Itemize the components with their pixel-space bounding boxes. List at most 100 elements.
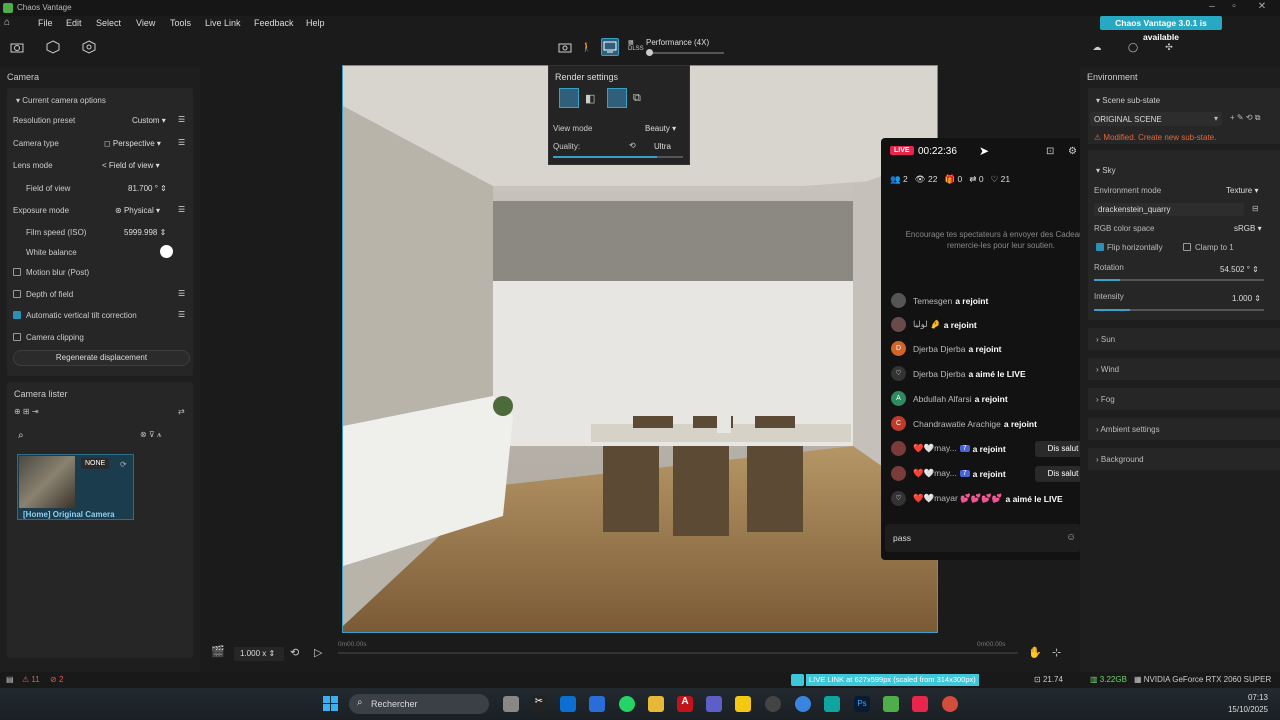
rotation-input[interactable]: 54.502 ° ⇕ [1220, 265, 1259, 274]
vantage-icon[interactable] [883, 696, 899, 712]
lighting-tab-icon[interactable]: ◯ [1124, 38, 1142, 56]
depth-of-field-checkbox[interactable] [13, 290, 21, 298]
store-icon[interactable] [589, 696, 605, 712]
clapper-icon[interactable]: 🎬 [211, 645, 225, 658]
current-camera-options-header[interactable]: ▾ Current camera options [16, 96, 106, 105]
field-of-view-input[interactable]: 81.700 ° ⇕ [128, 184, 167, 193]
white-balance-swatch[interactable] [160, 245, 173, 258]
menu-tools[interactable]: Tools [170, 18, 191, 28]
settings-icon[interactable]: ⚙ [1068, 146, 1077, 157]
maximize-button[interactable]: ▫ [1224, 1, 1244, 12]
effects-tab-icon[interactable]: ✣ [1160, 38, 1178, 56]
chat-username[interactable]: Chandrawatie Arachige [913, 419, 1001, 429]
minimize-button[interactable]: – [1202, 1, 1222, 12]
timeline-scrubber[interactable] [338, 652, 1018, 654]
chat-username[interactable]: Temesgen [913, 296, 952, 306]
chat-username[interactable]: ❤️🤍may... [913, 468, 957, 479]
settings-tab-icon[interactable] [80, 38, 98, 56]
substate-actions-icon[interactable]: + ✎ ⟲ ⧉ [1230, 113, 1260, 123]
refresh-icon[interactable]: ⟳ [120, 460, 127, 469]
close-window-button[interactable]: ✕ [1252, 1, 1272, 12]
menu-feedback[interactable]: Feedback [254, 18, 294, 28]
menu-live-link[interactable]: Live Link [205, 18, 241, 28]
motion-blur-checkbox[interactable] [13, 268, 21, 276]
chat-avatar[interactable]: ♡ [891, 491, 906, 506]
log-icon[interactable]: ▤ [6, 675, 14, 684]
object-tab-icon[interactable] [44, 38, 62, 56]
lock-icon[interactable]: ⊡ [1046, 146, 1054, 157]
filter-icon[interactable]: ⊗ ⊽ ⩚ [140, 430, 162, 440]
chrome-icon[interactable] [795, 696, 811, 712]
chat-username[interactable]: ❤️🤍mayar 💕💕💕💕 [913, 493, 1002, 504]
whatsapp-icon[interactable] [619, 696, 635, 712]
chat-avatar[interactable]: A [891, 391, 906, 406]
chat-avatar[interactable]: C [891, 416, 906, 431]
menu-select[interactable]: Select [96, 18, 121, 28]
menu-file[interactable]: File [38, 18, 53, 28]
file-explorer-icon[interactable] [503, 696, 519, 712]
intensity-input[interactable]: 1.000 ⇕ [1232, 294, 1261, 303]
windows-start-icon[interactable] [323, 696, 339, 712]
view-mode-select[interactable]: Beauty ▾ [645, 124, 676, 133]
regenerate-displacement-button[interactable]: Regenerate displacement [13, 350, 190, 366]
rgb-color-space-select[interactable]: sRGB ▾ [1234, 224, 1262, 233]
quality-reset-icon[interactable]: ⟲ [629, 141, 636, 150]
sliders-icon[interactable]: ☰ [178, 115, 185, 124]
menu-view[interactable]: View [136, 18, 155, 28]
preset-resolution-icon[interactable]: ⧉ [633, 92, 647, 106]
sketchup-icon[interactable] [824, 696, 840, 712]
environment-mode-select[interactable]: Texture ▾ [1226, 186, 1258, 195]
camera-tab-icon[interactable] [8, 38, 26, 56]
obs-icon[interactable] [765, 696, 781, 712]
walk-mode-icon[interactable]: 🚶 [578, 38, 596, 56]
chat-username[interactable]: لوليا 🤌 [913, 319, 941, 330]
sliders-icon[interactable]: ☰ [178, 289, 185, 298]
chat-avatar[interactable]: ♡ [891, 366, 906, 381]
exposure-mode-select[interactable]: ⊛ Physical ▾ [115, 206, 160, 215]
preset-denoise-icon[interactable] [607, 88, 627, 108]
auto-tilt-checkbox[interactable] [13, 311, 21, 319]
chat-username[interactable]: Djerba Djerba [913, 344, 965, 354]
loop-icon[interactable]: ⟲ [290, 646, 299, 659]
chat-avatar[interactable]: D [891, 341, 906, 356]
menu-edit[interactable]: Edit [66, 18, 82, 28]
preset-interior-icon[interactable] [559, 88, 579, 108]
chat-username[interactable]: ❤️🤍may... [913, 443, 957, 454]
flip-horizontally-checkbox[interactable] [1096, 243, 1104, 251]
comment-input[interactable]: pass [893, 533, 911, 543]
errors-count[interactable]: ⊘ 2 [50, 675, 63, 684]
photoshop-icon[interactable]: Ps [854, 696, 870, 712]
lens-mode-select[interactable]: < Field of view ▾ [102, 161, 160, 170]
performance-slider[interactable] [646, 52, 724, 54]
update-available-badge[interactable]: Chaos Vantage 3.0.1 is available [1100, 16, 1222, 42]
scene-substate-header[interactable]: ▾ Scene sub-state [1096, 96, 1160, 105]
fog-section[interactable]: › Fog [1088, 388, 1280, 410]
performance-slider-handle[interactable] [646, 49, 653, 56]
playback-speed-input[interactable]: 1.000 x ⇕ [234, 647, 284, 661]
sky-header[interactable]: ▾ Sky [1096, 166, 1116, 175]
taskbar-search[interactable]: ⌕ Rechercher [349, 694, 489, 714]
chat-username[interactable]: Djerba Djerba [913, 369, 965, 379]
screenshot-icon[interactable] [556, 38, 574, 56]
chat-avatar[interactable] [891, 441, 906, 456]
chat-avatar[interactable] [891, 466, 906, 481]
folder-icon[interactable]: ⊟ [1252, 204, 1259, 213]
chat-username[interactable]: Abdullah Alfarsi [913, 394, 972, 404]
camera-clipping-checkbox[interactable] [13, 333, 21, 341]
preset-exposure-icon[interactable]: ◧ [585, 92, 599, 106]
warnings-count[interactable]: ⚠ 11 [22, 675, 40, 684]
teams-icon[interactable] [706, 696, 722, 712]
chrome-alt-icon[interactable] [942, 696, 958, 712]
sliders-icon[interactable]: ☰ [178, 310, 185, 319]
sliders-icon[interactable]: ☰ [178, 205, 185, 214]
play-icon[interactable]: ▷ [314, 646, 322, 659]
chat-avatar[interactable] [891, 293, 906, 308]
search-icon[interactable]: ⌕ [18, 430, 24, 441]
environment-tab-icon[interactable]: ☁ [1088, 38, 1106, 56]
home-icon[interactable]: ⌂ [4, 17, 16, 29]
notes-icon[interactable] [735, 696, 751, 712]
folder-icon[interactable] [648, 696, 664, 712]
nodes-icon[interactable]: ⊹ [1052, 646, 1061, 659]
camera-lister-settings-icon[interactable]: ⇄ [178, 407, 185, 416]
sun-section[interactable]: › Sun [1088, 328, 1280, 350]
